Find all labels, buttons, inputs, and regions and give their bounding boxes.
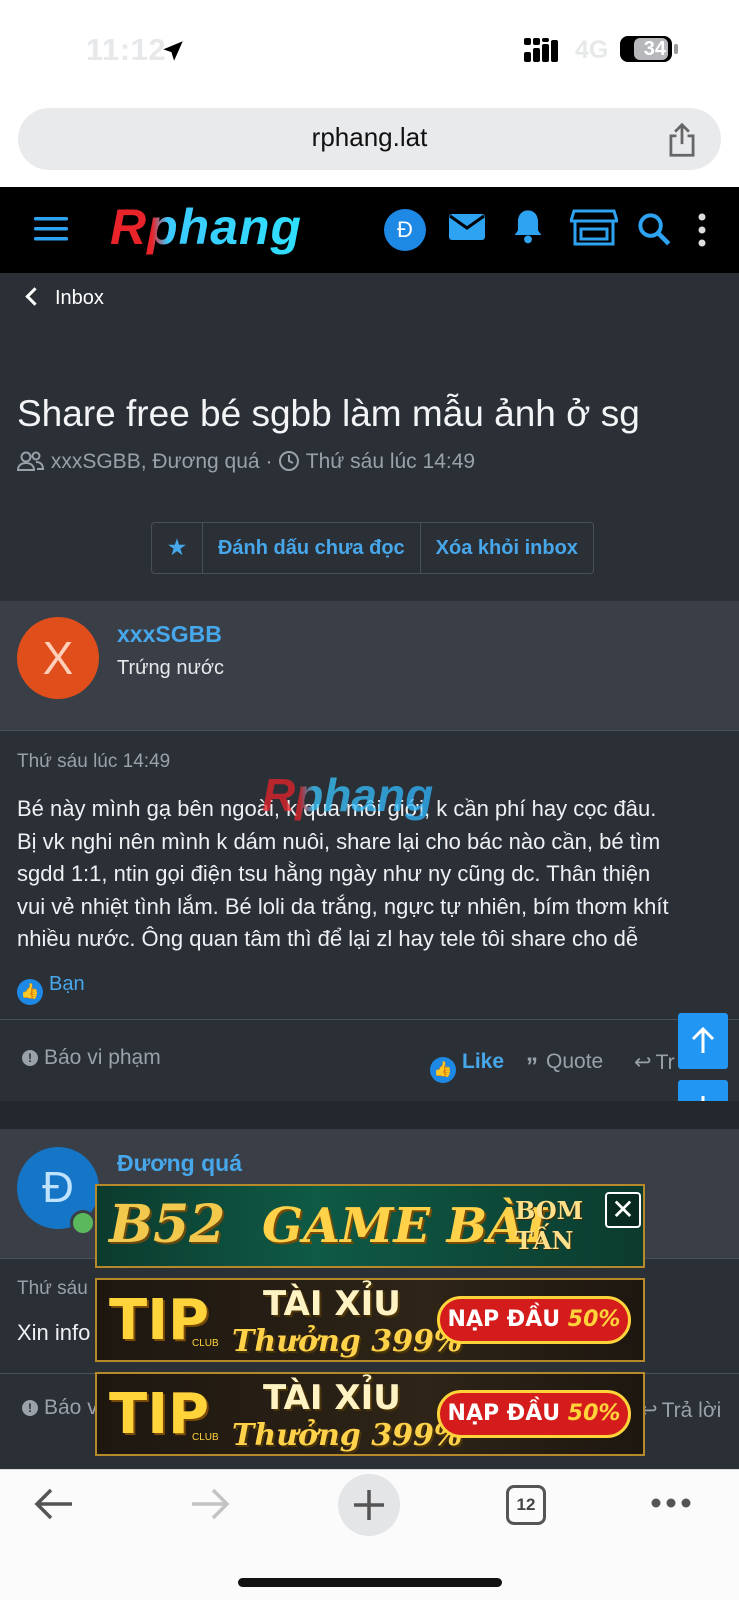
quote-button[interactable]: ” Quote (526, 1050, 603, 1081)
conversation-date: Thứ sáu lúc 14:49 (305, 450, 476, 473)
conversation-actions: ★ Đánh dấu chưa đọc Xóa khỏi inbox (151, 522, 594, 574)
site-logo[interactable]: Rphang (110, 198, 302, 256)
store-icon[interactable] (570, 207, 618, 247)
remove-inbox-button[interactable]: Xóa khỏi inbox (421, 523, 593, 573)
like-icon: 👍 (430, 1057, 456, 1083)
message-date[interactable]: Thứ sáu (17, 1278, 88, 1300)
ad-subline: Thưởng 399% (232, 1324, 463, 1359)
reply-button[interactable]: ↩ Trả lời (640, 1398, 721, 1423)
message-text: Xin info (17, 1320, 91, 1345)
url-text[interactable]: rphang.lat (0, 122, 739, 153)
ad-pill: NẠP ĐẦU 50% (437, 1390, 631, 1438)
quote-label[interactable]: Quote (546, 1050, 603, 1073)
ad-club: CLUB (192, 1338, 219, 1349)
users-icon (16, 451, 45, 471)
page-title: Share free bé sgbb làm mẫu ảnh ở sg (17, 393, 640, 434)
share-icon[interactable] (665, 122, 699, 158)
alert-icon: ! (22, 1050, 38, 1066)
avatar[interactable]: X (17, 617, 99, 699)
reaction-list[interactable]: 👍 Bạn (17, 973, 85, 1005)
back-arrow-icon[interactable] (34, 1487, 74, 1521)
ad-headline: TÀI XỈU (263, 1284, 401, 1324)
meta-separator: · (265, 450, 273, 473)
like-button[interactable]: 👍 Like (430, 1050, 504, 1083)
message-gap (0, 1101, 739, 1129)
home-indicator[interactable] (238, 1578, 502, 1587)
watermark: Rphang (262, 769, 434, 821)
username[interactable]: Đương quá (117, 1150, 242, 1177)
breadcrumb-inbox[interactable]: Inbox (55, 287, 104, 309)
alert-icon: ! (22, 1400, 38, 1416)
report-label[interactable]: Báo vi phạm (44, 1046, 161, 1069)
ad-club: CLUB (192, 1432, 219, 1443)
mark-unread-button[interactable]: Đánh dấu chưa đọc (203, 523, 421, 573)
bell-icon[interactable] (511, 207, 545, 245)
more-horizontal-icon[interactable] (651, 1497, 691, 1509)
chevron-left-icon (25, 287, 44, 306)
user-title: Trứng nước (117, 657, 224, 679)
ad-banner[interactable]: TIP CLUB TÀI XỈU Thưởng 399% NẠP ĐẦU 50% (95, 1278, 645, 1362)
participants[interactable]: xxxSGBB, Đương quá (51, 450, 260, 473)
ad-pill-text: NẠP ĐẦU (447, 1307, 561, 1332)
reply-label[interactable]: Trả lời (662, 1399, 722, 1422)
status-time: 11:12 (86, 32, 167, 67)
plus-icon (354, 1490, 384, 1520)
tabs-button[interactable]: 12 (506, 1485, 546, 1525)
clock-icon (279, 451, 300, 471)
ad-pill: NẠP ĐẦU 50% (437, 1296, 631, 1344)
ad-side-line: TẤN (515, 1226, 574, 1255)
ad-headline: TÀI XỈU (263, 1378, 401, 1418)
ad-pill-pct: 50% (567, 1307, 621, 1332)
ad-side-text: BOM TẤN (515, 1196, 583, 1256)
ad-side-line: BOM (515, 1196, 584, 1225)
reply-icon: ↩ (634, 1051, 652, 1074)
star-button[interactable]: ★ (152, 523, 203, 573)
username[interactable]: xxxSGBB (117, 621, 222, 648)
user-avatar[interactable]: Đ (384, 209, 426, 251)
report-label[interactable]: Báo v (44, 1396, 98, 1419)
ad-pill-pct: 50% (567, 1401, 621, 1426)
forward-arrow-icon[interactable] (190, 1487, 230, 1521)
scroll-top-button[interactable] (678, 1013, 728, 1069)
ad-banner[interactable]: TIP CLUB TÀI XỈU Thưởng 399% NẠP ĐẦU 50% (95, 1372, 645, 1456)
mail-icon[interactable] (448, 210, 486, 242)
menu-icon[interactable] (34, 215, 68, 243)
search-icon[interactable] (637, 212, 671, 246)
like-icon: 👍 (17, 979, 43, 1005)
battery-indicator: 34 (620, 36, 672, 62)
more-vertical-icon[interactable] (697, 213, 707, 247)
message-line: Bị vk nghi nên mình k dám nuôi, share lạ… (17, 828, 661, 854)
breadcrumb[interactable]: Inbox (25, 287, 104, 310)
reply-label[interactable]: Tr (656, 1051, 675, 1074)
message-line: nhiều nước. Ông quan tâm thì để lại zl h… (17, 926, 639, 951)
message-line: sgdd 1:1, ntin gọi điện tsu hằng ngày nh… (17, 861, 651, 886)
quote-icon: ” (526, 1053, 538, 1080)
message-header (0, 601, 739, 731)
conversation-meta: xxxSGBB, Đương quá · Thứ sáu lúc 14:49 (16, 450, 476, 474)
location-arrow-icon (163, 41, 183, 61)
message-date[interactable]: Thứ sáu lúc 14:49 (17, 751, 170, 773)
new-tab-button[interactable] (338, 1474, 400, 1536)
report-link[interactable]: ! Báo v (22, 1396, 98, 1420)
ad-banner[interactable]: B52 GAME BÀI BOM TẤN ✕ (95, 1184, 645, 1268)
divider (0, 1019, 739, 1020)
online-indicator (70, 1210, 96, 1236)
ad-brand: B52 (109, 1194, 226, 1255)
battery-level: 34 (643, 38, 666, 60)
reaction-users[interactable]: Bạn (49, 973, 85, 995)
network-type: 4G (575, 36, 609, 64)
signal-icon (524, 38, 558, 62)
ad-subline: Thưởng 399% (232, 1418, 463, 1453)
arrow-up-icon (691, 1026, 715, 1053)
like-label[interactable]: Like (462, 1050, 504, 1073)
ad-headline: GAME BÀI (262, 1198, 547, 1254)
report-link[interactable]: ! Báo vi phạm (22, 1046, 161, 1070)
ad-pill-text: NẠP ĐẦU (447, 1401, 561, 1426)
message-line: vui vẻ nhiệt tình lắm. Bé loli da trắng,… (17, 893, 669, 919)
battery-cap (674, 44, 678, 54)
reply-button[interactable]: ↩ Tr (634, 1050, 675, 1075)
close-icon[interactable]: ✕ (605, 1192, 641, 1228)
